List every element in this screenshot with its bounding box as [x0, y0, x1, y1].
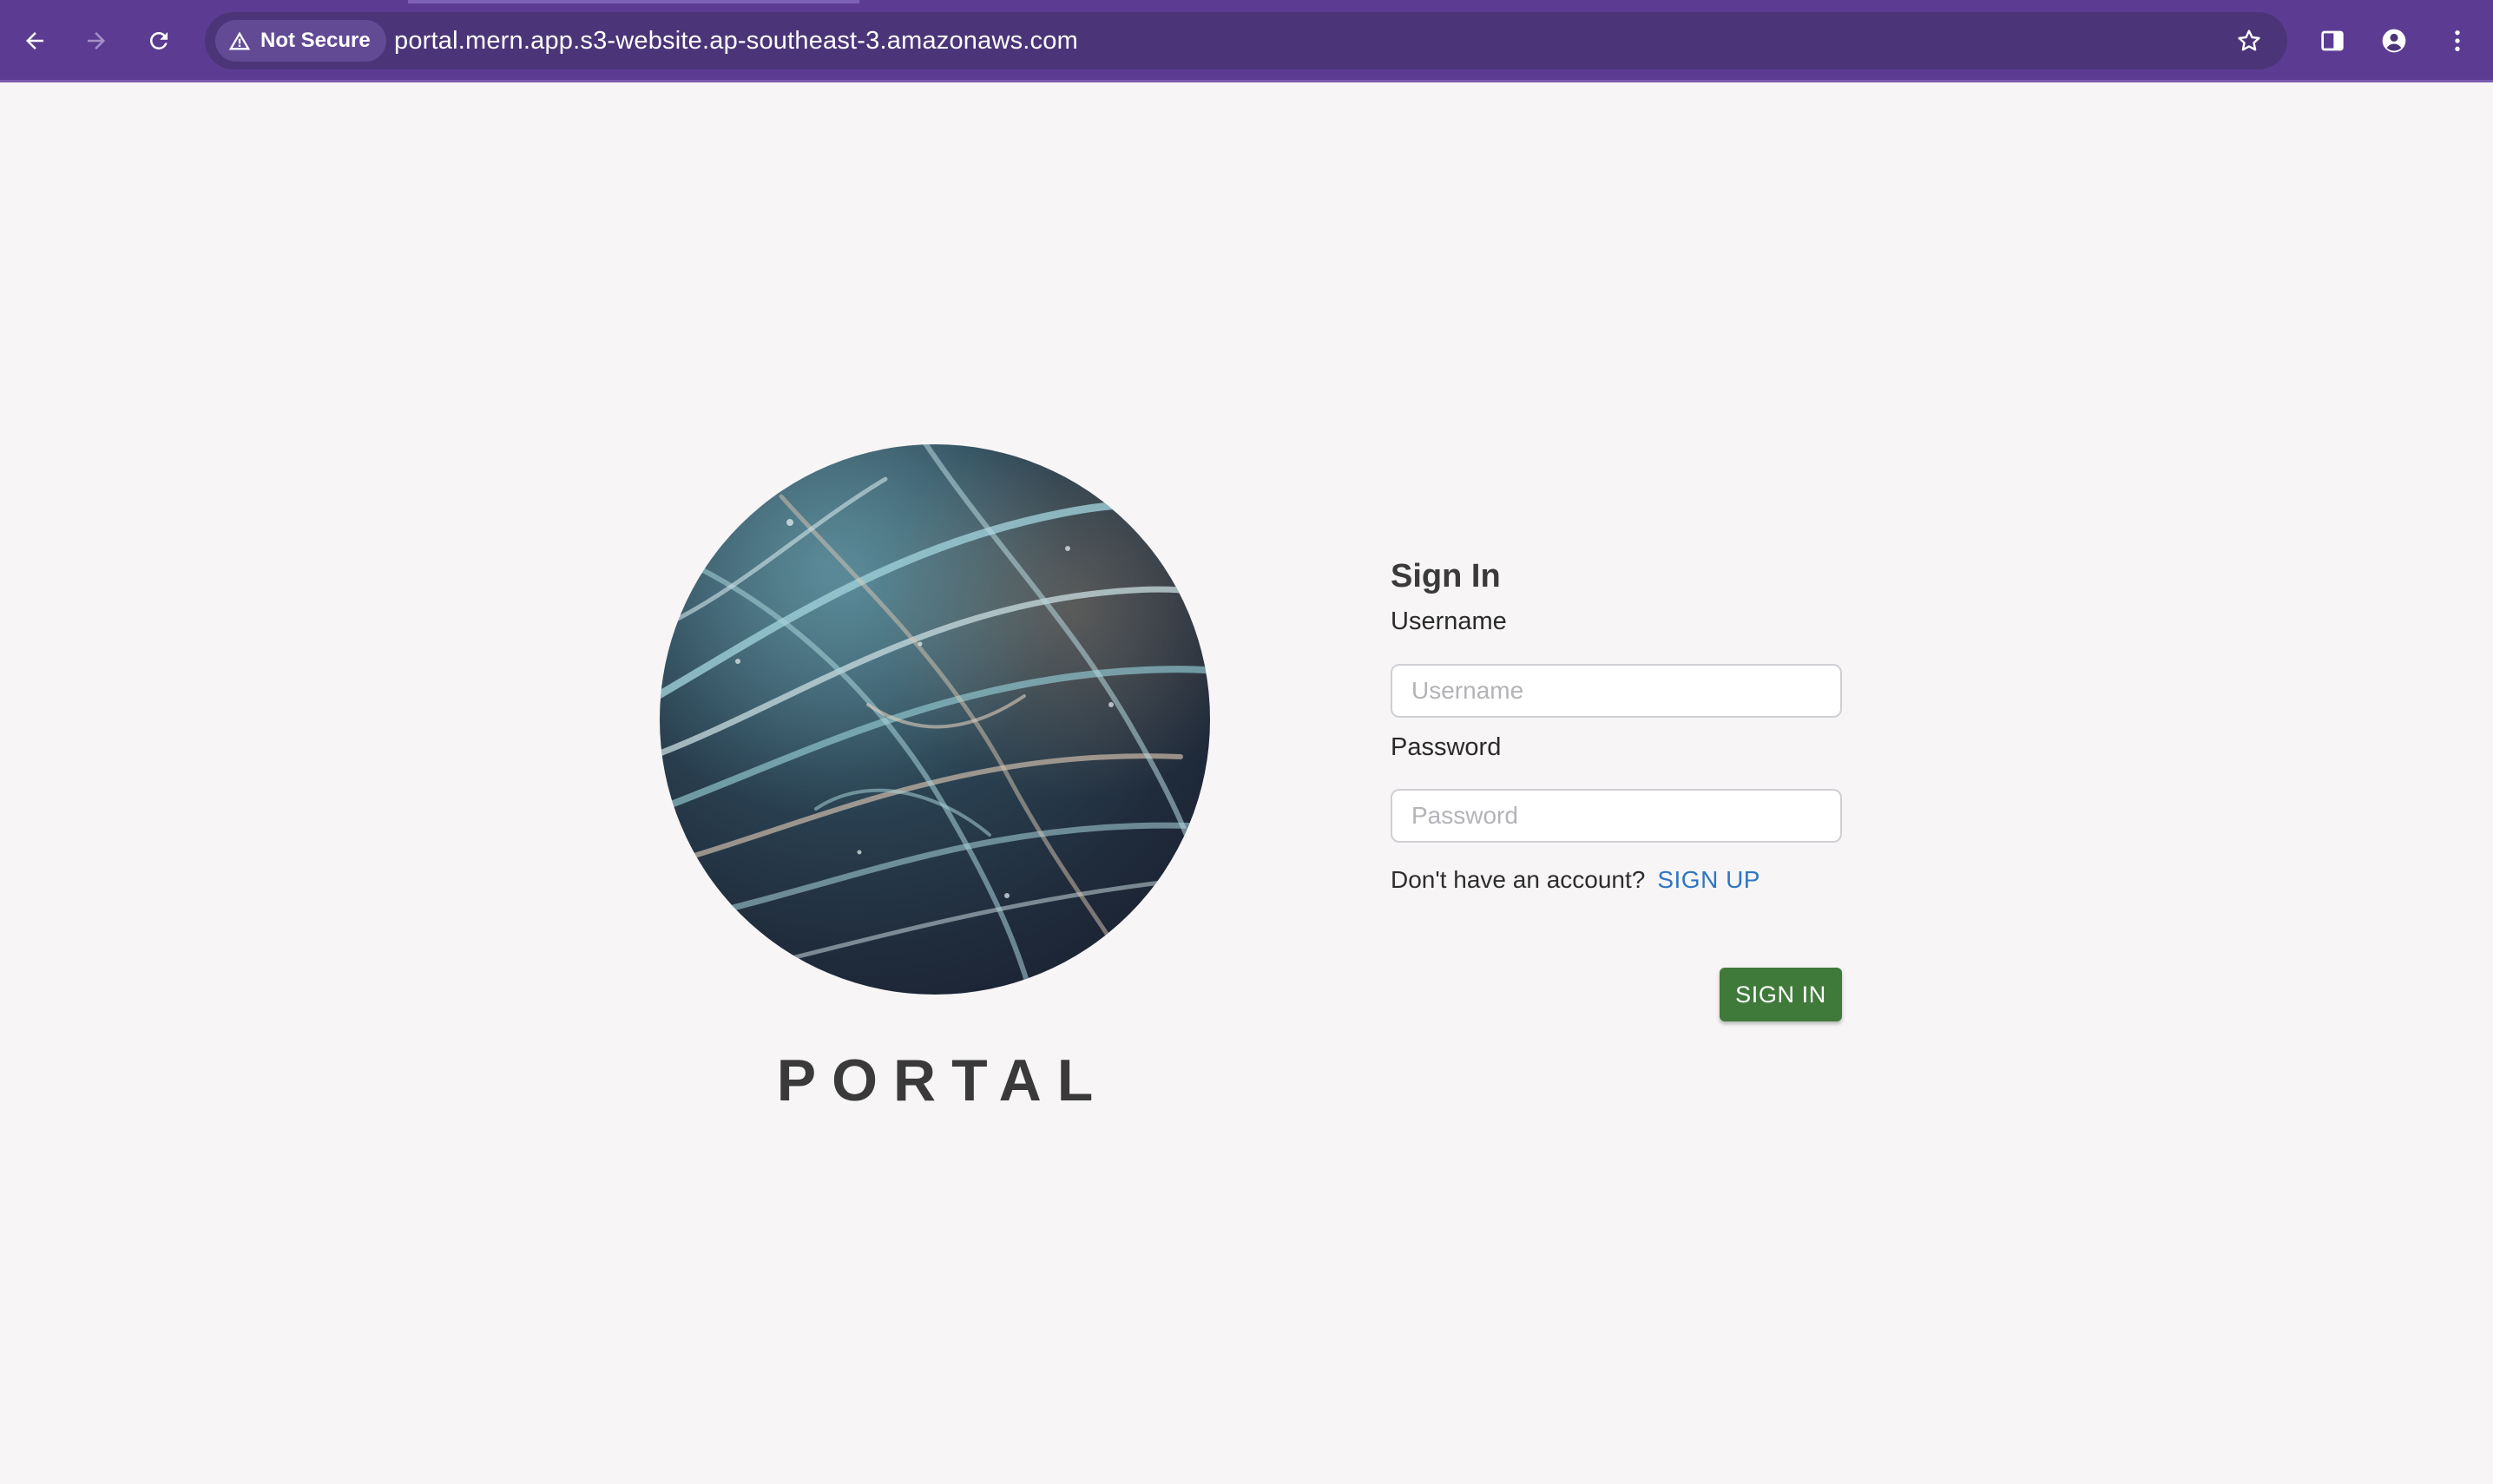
signup-prompt-row: Don't have an account? SIGN UP	[1391, 864, 1760, 896]
loading-indicator	[408, 0, 859, 3]
more-vertical-icon	[2455, 30, 2460, 51]
address-bar[interactable]: Not Secure portal.mern.app.s3-website.ap…	[205, 12, 2287, 69]
side-panel-button[interactable]	[2312, 21, 2352, 61]
username-input[interactable]	[1391, 664, 1842, 718]
brand-name: PORTAL	[776, 1047, 1109, 1113]
bookmark-button[interactable]	[2230, 22, 2268, 60]
signup-prompt-text: Don't have an account?	[1391, 866, 1646, 893]
password-label: Password	[1391, 733, 1502, 761]
username-label: Username	[1391, 607, 1507, 635]
reload-icon	[149, 31, 168, 49]
browser-toolbar: Not Secure portal.mern.app.s3-website.ap…	[0, 0, 2493, 82]
arrow-left-icon	[26, 32, 43, 49]
signup-link[interactable]: SIGN UP	[1657, 864, 1760, 896]
url-text[interactable]: portal.mern.app.s3-website.ap-southeast-…	[394, 12, 1078, 69]
forward-button[interactable]	[76, 21, 116, 61]
arrow-right-icon	[88, 32, 105, 49]
profile-button[interactable]	[2374, 21, 2414, 61]
side-panel-icon	[2321, 30, 2344, 51]
warning-icon	[228, 31, 251, 50]
account-icon	[2382, 29, 2406, 53]
star-icon	[2238, 30, 2260, 51]
signin-button[interactable]: SIGN IN	[1720, 968, 1842, 1021]
security-indicator[interactable]: Not Secure	[215, 20, 386, 62]
reload-button[interactable]	[139, 21, 179, 61]
brand-logo-image	[660, 444, 1210, 995]
network-strands-illustration	[660, 444, 1210, 995]
security-label: Not Secure	[260, 29, 371, 52]
browser-menu-button[interactable]	[2437, 21, 2477, 61]
password-input[interactable]	[1391, 789, 1842, 843]
back-button[interactable]	[15, 21, 55, 61]
form-heading: Sign In	[1391, 558, 1501, 594]
